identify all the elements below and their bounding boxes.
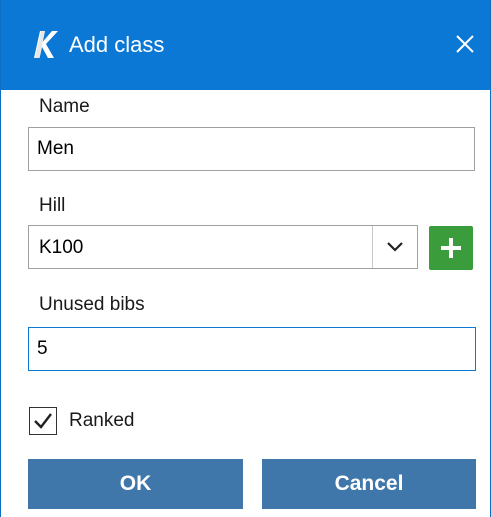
name-label: Name: [39, 96, 90, 117]
cancel-button[interactable]: Cancel: [262, 459, 476, 509]
hill-dropdown[interactable]: K100: [28, 225, 418, 269]
dropdown-toggle[interactable]: [372, 226, 417, 268]
ok-button[interactable]: OK: [28, 459, 243, 509]
unused-bibs-label: Unused bibs: [39, 294, 145, 315]
hill-selected-value: K100: [39, 237, 84, 258]
add-hill-button[interactable]: [429, 226, 473, 270]
window-title: Add class: [69, 32, 165, 57]
ranked-label[interactable]: Ranked: [69, 409, 135, 433]
unused-bibs-input[interactable]: [28, 327, 476, 371]
close-button[interactable]: [443, 22, 487, 66]
app-logo-k-icon: [27, 27, 59, 61]
hill-label: Hill: [39, 195, 66, 216]
add-class-dialog: Add class Name Hill K100 Unused bibs Ran…: [0, 0, 491, 517]
name-input[interactable]: [28, 127, 475, 171]
chevron-down-icon: [387, 242, 403, 252]
close-icon: [456, 35, 474, 53]
title-bar: Add class: [1, 0, 490, 90]
checkmark-icon: [34, 413, 52, 429]
ranked-checkbox[interactable]: [29, 407, 57, 435]
plus-icon: [441, 238, 461, 258]
